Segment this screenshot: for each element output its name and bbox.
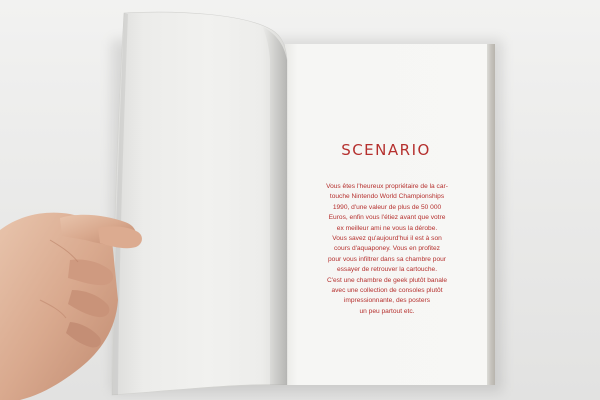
photo-scene: SCENARIO Vous êtes l'heureux propriétair… <box>0 0 600 400</box>
hand-holding-page <box>0 0 600 400</box>
hand-illustration <box>0 212 142 400</box>
